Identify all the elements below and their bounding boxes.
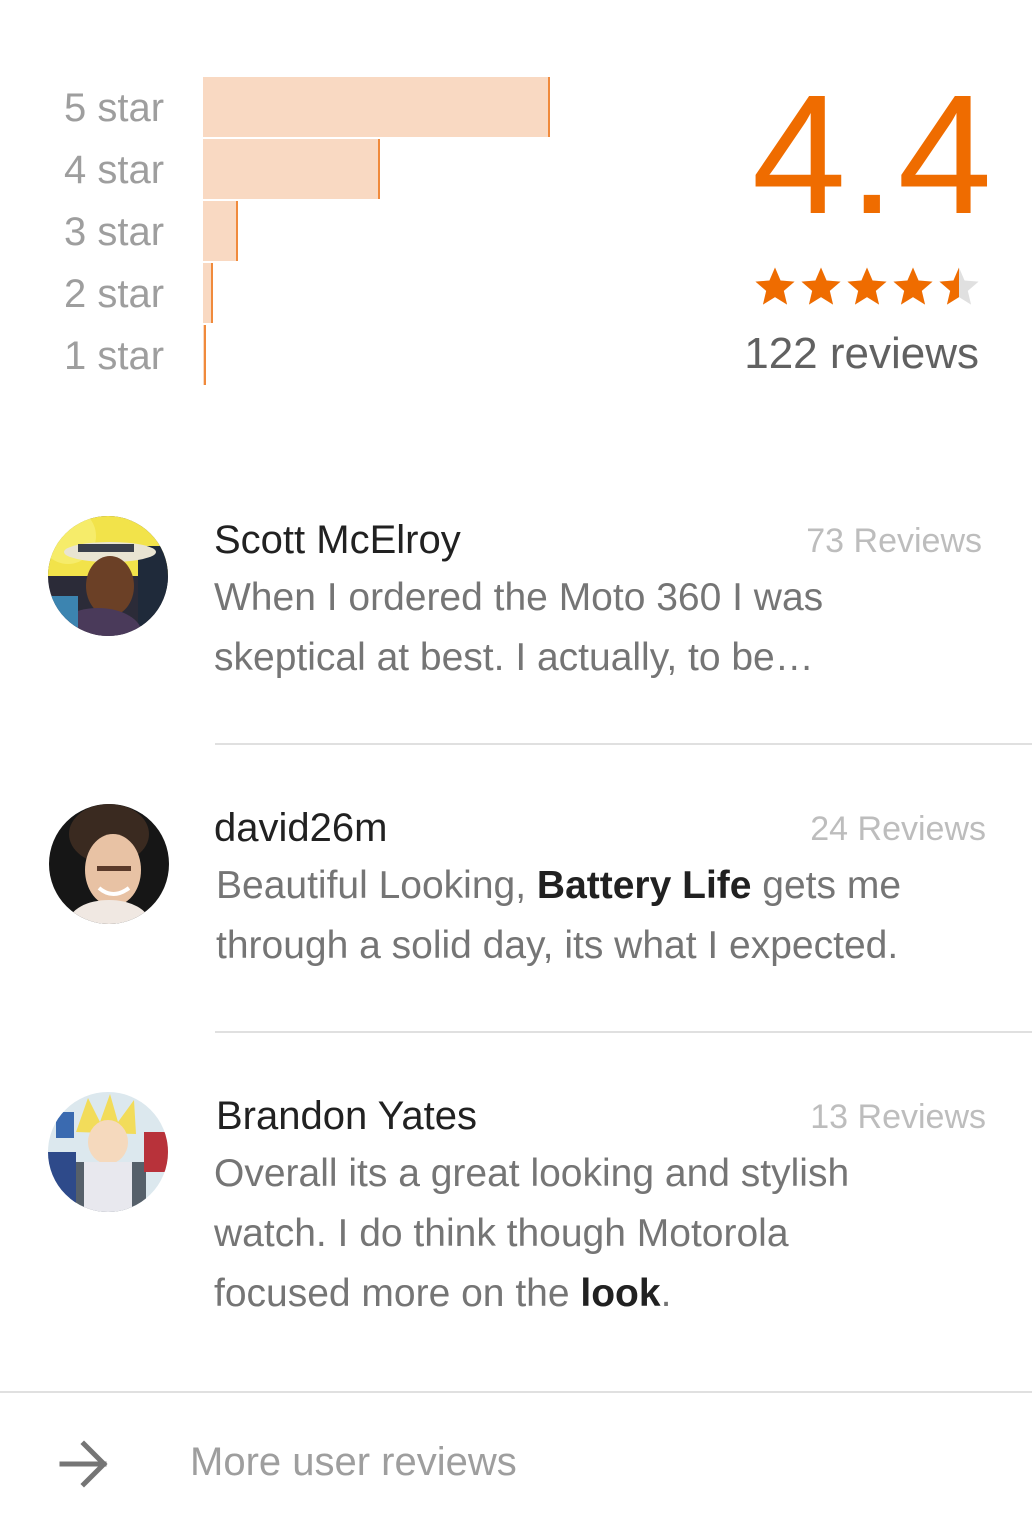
reviewer-review-count: 13 Reviews [810,1098,986,1136]
avatar-image [48,516,168,636]
star-half-icon [939,267,979,305]
rating-bar-1 [203,325,206,385]
review-text-segment: Overall its a great looking and stylish … [214,1152,850,1315]
more-user-reviews-label: More user reviews [190,1440,517,1484]
review-text: Overall its a great looking and stylish … [214,1144,934,1324]
star-label-2: 2 star [64,272,165,316]
rating-bar-3 [203,201,238,261]
divider [215,743,1032,745]
divider [215,1031,1032,1033]
star-rating [752,264,982,310]
review-text-highlight: Battery Life [536,864,752,907]
arrow-right-icon [59,1440,108,1488]
review-text-highlight: look [580,1272,661,1315]
star-icon [893,267,933,305]
review-count: 122 reviews [744,329,979,378]
avatar [48,1092,168,1212]
reviewer-name: david26m [214,806,388,850]
reviewer-name: Brandon Yates [216,1094,477,1138]
review-text: Beautiful Looking, Battery Life gets me … [216,856,976,976]
rating-bar-4 [203,139,380,199]
avatar [49,804,169,924]
star-label-3: 3 star [64,210,165,254]
star-label-4: 4 star [64,148,165,192]
divider [0,1391,1032,1393]
avatar [48,516,168,636]
star-icon [847,267,887,305]
star-label-5: 5 star [64,86,165,130]
review-text: When I ordered the Moto 360 I was skepti… [214,568,974,688]
review-text-segment: Beautiful Looking, [216,864,537,907]
star-icon [755,267,795,305]
review-text-segment: When I ordered the Moto 360 I was skepti… [214,576,824,679]
star-icon [801,267,841,305]
avatar-image [49,804,169,924]
reviewer-review-count: 73 Reviews [806,522,982,560]
average-rating: 4.4 [751,60,994,250]
reviewer-name: Scott McElroy [214,518,461,562]
rating-bar-2 [203,263,213,323]
more-user-reviews-button[interactable]: More user reviews [0,1394,1032,1536]
review-text-segment: . [660,1272,672,1315]
reviewer-review-count: 24 Reviews [810,810,986,848]
rating-bar-5 [203,77,550,137]
star-label-1: 1 star [64,334,165,378]
avatar-image [48,1092,168,1212]
